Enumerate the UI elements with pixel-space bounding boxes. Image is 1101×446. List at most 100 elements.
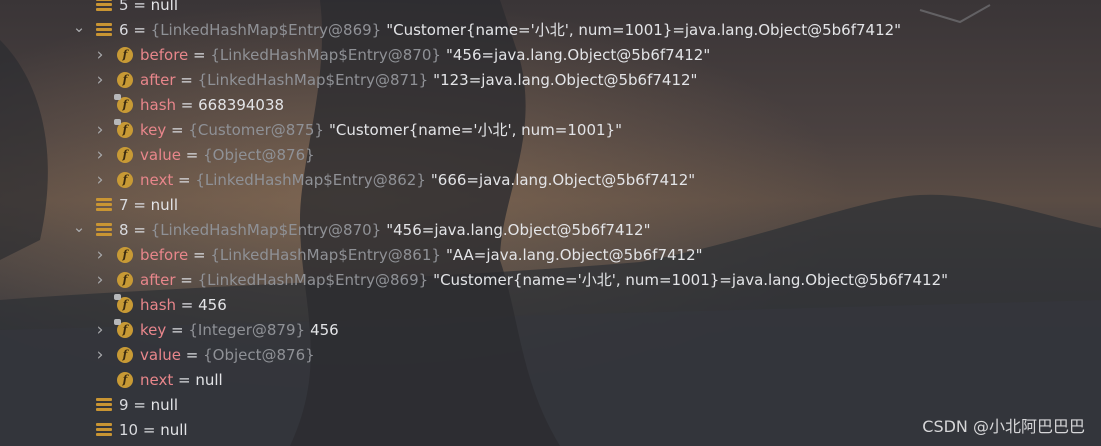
variable-name: next xyxy=(140,370,174,389)
chevron-right-icon[interactable]: › xyxy=(93,142,107,167)
field-icon: f xyxy=(117,246,133,263)
tree-row[interactable]: f hash = 668394038 xyxy=(93,92,284,117)
array-icon xyxy=(96,422,112,438)
object-type-ref: {LinkedHashMap$Entry@871} xyxy=(197,70,429,89)
tree-row[interactable]: › f before = {LinkedHashMap$Entry@870} "456… xyxy=(93,42,711,67)
variable-name: next xyxy=(140,170,174,189)
variable-value: 668394038 xyxy=(198,95,285,114)
variable-value: "123=java.lang.Object@5b6f7412" xyxy=(433,70,698,89)
array-icon xyxy=(96,222,112,238)
tree-row[interactable]: › f after = {LinkedHashMap$Entry@869} "Cust… xyxy=(93,267,948,292)
variable-name: value xyxy=(140,345,181,364)
equals-sign: = xyxy=(176,95,199,114)
equals-sign: = xyxy=(128,0,151,14)
variable-value: null xyxy=(150,195,179,214)
final-field-icon: f xyxy=(114,118,133,138)
chevron-right-icon[interactable]: › xyxy=(93,342,107,367)
object-type-ref: {Object@876} xyxy=(203,345,315,364)
tree-row[interactable]: f hash = 456 xyxy=(93,292,227,317)
field-icon: f xyxy=(117,371,133,388)
variable-value: "456=java.lang.Object@5b6f7412" xyxy=(386,220,651,239)
tree-row[interactable]: › f before = {LinkedHashMap$Entry@861} "AA=… xyxy=(93,242,703,267)
object-type-ref: {LinkedHashMap$Entry@870} xyxy=(150,220,382,239)
final-field-icon: f xyxy=(114,318,133,338)
variable-value: "Customer{name='小北', num=1001}" xyxy=(328,121,622,139)
equals-sign: = xyxy=(128,220,151,239)
variable-value: "666=java.lang.Object@5b6f7412" xyxy=(430,170,696,189)
variable-value: null xyxy=(160,420,188,439)
variable-name: hash xyxy=(140,295,177,314)
chevron-right-icon[interactable]: › xyxy=(93,67,107,92)
tree-row[interactable]: › f after = {LinkedHashMap$Entry@871} "123=… xyxy=(93,67,698,92)
array-icon xyxy=(96,397,112,413)
tree-row[interactable]: 9 = null xyxy=(72,392,178,417)
variable-name: hash xyxy=(140,95,177,114)
equals-sign: = xyxy=(166,120,189,139)
chevron-down-icon[interactable]: ⌄ xyxy=(72,14,86,39)
equals-sign: = xyxy=(176,295,199,314)
variable-name: after xyxy=(140,270,176,289)
final-field-icon: f xyxy=(114,293,133,313)
chevron-right-icon[interactable]: › xyxy=(93,267,107,292)
chevron-right-icon[interactable]: › xyxy=(93,317,107,342)
variable-value: 456 xyxy=(310,320,339,339)
array-icon xyxy=(96,22,112,38)
variable-name: key xyxy=(140,320,167,339)
tree-row[interactable]: 7 = null xyxy=(72,192,178,217)
object-type-ref: {Object@876} xyxy=(203,145,315,164)
array-icon xyxy=(96,197,112,213)
variable-name: after xyxy=(140,70,176,89)
tree-row[interactable]: ⌄ 8 = {LinkedHashMap$Entry@870} "456=java.… xyxy=(72,214,651,242)
variable-value: "Customer{name='小北', num=1001}=java.lang… xyxy=(433,271,949,289)
chevron-right-icon[interactable]: › xyxy=(93,117,107,142)
equals-sign: = xyxy=(188,245,211,264)
chevron-right-icon[interactable]: › xyxy=(93,242,107,267)
equals-sign: = xyxy=(175,70,198,89)
variable-name: 9 xyxy=(119,395,129,414)
variable-value: null xyxy=(150,395,179,414)
array-icon xyxy=(96,0,112,13)
object-type-ref: {Customer@875} xyxy=(188,120,324,139)
tree-row[interactable]: › f key = {Integer@879} 456 xyxy=(93,317,339,342)
object-type-ref: {LinkedHashMap$Entry@869} xyxy=(197,270,429,289)
object-type-ref: {LinkedHashMap$Entry@870} xyxy=(210,45,441,64)
chevron-right-icon[interactable]: › xyxy=(93,42,107,67)
tree-row[interactable]: 5 = null xyxy=(72,0,178,17)
variable-name: 5 xyxy=(119,0,129,14)
object-type-ref: {LinkedHashMap$Entry@862} xyxy=(195,170,426,189)
tree-row[interactable]: f next = null xyxy=(93,367,223,392)
object-type-ref: {LinkedHashMap$Entry@861} xyxy=(210,245,441,264)
variable-name: value xyxy=(140,145,181,164)
variable-name: 6 xyxy=(119,20,129,39)
variable-name: before xyxy=(140,245,189,264)
variable-name: 10 xyxy=(119,420,139,439)
tree-row[interactable]: › f value = {Object@876} xyxy=(93,142,315,167)
tree-row[interactable]: › f value = {Object@876} xyxy=(93,342,315,367)
tree-row[interactable]: › f key = {Customer@875} "Customer{name='小北… xyxy=(93,117,622,142)
equals-sign: = xyxy=(180,345,204,364)
variable-value: null xyxy=(195,370,223,389)
variable-value: "456=java.lang.Object@5b6f7412" xyxy=(445,45,711,64)
variable-value: "Customer{name='小北', num=1001}=java.lang… xyxy=(386,21,902,39)
variable-name: 8 xyxy=(119,220,129,239)
final-field-icon: f xyxy=(114,93,133,113)
tree-row[interactable]: ⌄ 6 = {LinkedHashMap$Entry@869} "Customer{… xyxy=(72,17,901,42)
equals-sign: = xyxy=(173,170,196,189)
chevron-right-icon[interactable]: › xyxy=(93,167,107,192)
equals-sign: = xyxy=(128,395,151,414)
field-icon: f xyxy=(117,146,133,163)
equals-sign: = xyxy=(175,270,198,289)
chevron-down-icon[interactable]: ⌄ xyxy=(72,214,86,239)
variable-value: null xyxy=(150,0,179,14)
tree-row[interactable]: › f next = {LinkedHashMap$Entry@862} "666=j… xyxy=(93,167,696,192)
field-icon: f xyxy=(117,46,133,63)
variable-name: 7 xyxy=(119,195,129,214)
variable-name: before xyxy=(140,45,189,64)
equals-sign: = xyxy=(128,195,151,214)
tree-row[interactable]: 10 = null xyxy=(72,417,188,442)
